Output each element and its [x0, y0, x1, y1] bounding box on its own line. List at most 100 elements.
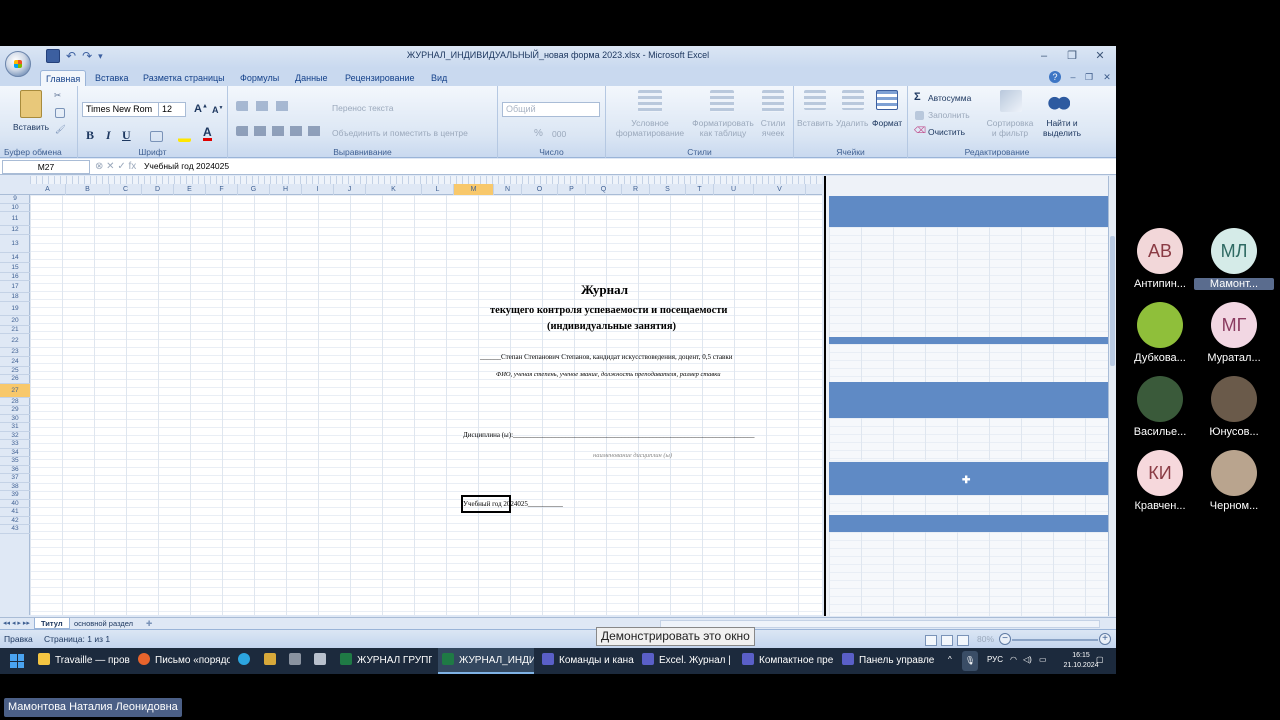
row-header[interactable]: 14 [0, 253, 30, 263]
column-header[interactable]: I [302, 184, 334, 195]
participant-tile[interactable]: МЛ Мамонт... [1194, 228, 1274, 298]
percent-button[interactable]: % [534, 128, 543, 139]
windows-start-icon[interactable] [10, 654, 24, 668]
zoom-slider[interactable] [1012, 639, 1098, 641]
tab-insert[interactable]: Вставка [90, 70, 133, 86]
taskbar-item-teams-2[interactable]: Excel. Журнал | М [642, 648, 734, 674]
doc-close-icon[interactable]: ✕ [1101, 71, 1113, 83]
row-header[interactable]: 37 [0, 474, 30, 483]
column-header[interactable]: Q [586, 184, 622, 195]
column-header[interactable]: H [270, 184, 302, 195]
format-cells-button[interactable]: Формат [872, 118, 902, 128]
share-window-tooltip[interactable]: Демонстрировать это окно [596, 627, 755, 646]
taskbar-item-teams-3[interactable]: Компактное пре [742, 648, 834, 674]
maximize-button[interactable]: ❐ [1058, 48, 1086, 64]
vertical-align-icons[interactable] [236, 101, 296, 111]
paste-icon[interactable] [20, 90, 42, 118]
grow-font-icon[interactable]: A▲ [194, 103, 208, 115]
cell-styles-icon[interactable] [762, 90, 784, 112]
row-header[interactable]: 17 [0, 281, 30, 293]
column-header[interactable]: J [334, 184, 366, 195]
cut-icon[interactable]: ✂ [54, 90, 61, 101]
doc-minimize-icon[interactable]: – [1067, 71, 1079, 83]
row-header[interactable]: 20 [0, 316, 30, 326]
copy-icon[interactable] [55, 108, 65, 118]
column-header[interactable]: U [714, 184, 754, 195]
fill-color-icon[interactable] [178, 131, 191, 142]
column-header[interactable]: G [238, 184, 270, 195]
participant-tile[interactable]: Юнусов... [1194, 376, 1274, 446]
help-icon[interactable]: ? [1049, 71, 1061, 83]
column-header[interactable]: B [66, 184, 110, 195]
binoculars-icon[interactable] [1048, 90, 1070, 112]
name-box[interactable]: M27 [2, 160, 90, 174]
taskbar-item-excel-group[interactable]: ЖУРНАЛ ГРУПП [340, 648, 432, 674]
row-header[interactable]: 15 [0, 263, 30, 273]
font-color-button[interactable]: A [203, 126, 212, 141]
taskbar-item-explorer[interactable]: Travaille — пров [38, 648, 132, 674]
formula-input[interactable]: Учебный год 2024025 [144, 161, 229, 171]
vertical-scroll-thumb[interactable] [1110, 236, 1115, 366]
tray-chevron-icon[interactable]: ^ [948, 655, 952, 664]
row-header[interactable]: 21 [0, 326, 30, 334]
sheet-tab-main[interactable]: основной раздел [68, 618, 139, 629]
delete-cells-button[interactable]: Удалить [836, 118, 868, 128]
number-format-select[interactable]: Общий [502, 102, 600, 117]
font-size-select[interactable]: 12 [158, 102, 186, 117]
column-header[interactable]: N [494, 184, 522, 195]
find-select-button[interactable]: Найти и выделить [1042, 118, 1082, 138]
column-header[interactable]: O [522, 184, 558, 195]
format-as-table-button[interactable]: Форматировать как таблицу [688, 118, 758, 138]
row-header[interactable]: 28 [0, 398, 30, 406]
sort-filter-button[interactable]: Сортировка и фильтр [984, 118, 1036, 138]
zoom-out-button[interactable]: − [999, 633, 1011, 645]
participant-tile[interactable]: Дубкова... [1120, 302, 1200, 372]
zoom-in-button[interactable]: + [1099, 633, 1111, 645]
volume-icon[interactable]: ◁) [1023, 655, 1032, 664]
row-header[interactable]: 39 [0, 491, 30, 500]
battery-icon[interactable]: ▭ [1039, 655, 1047, 664]
row-header[interactable]: 23 [0, 348, 30, 357]
row-header[interactable]: 16 [0, 273, 30, 281]
row-header[interactable]: 30 [0, 415, 30, 423]
tab-review[interactable]: Рецензирование [340, 70, 420, 86]
sheet-tab-titul[interactable]: Титул [34, 618, 70, 629]
close-button[interactable]: ✕ [1086, 48, 1114, 64]
taskbar-item-excel-individual[interactable]: ЖУРНАЛ_ИНДИ [438, 648, 534, 674]
column-header[interactable]: P [558, 184, 586, 195]
autosum-button[interactable]: Автосумма [928, 93, 971, 103]
taskbar-item-teams-1[interactable]: Команды и кана [542, 648, 634, 674]
merge-center-button[interactable]: Объединить и поместить в центре [332, 128, 468, 138]
fill-button[interactable]: Заполнить [928, 110, 970, 120]
format-painter-icon[interactable]: 🖌 [55, 124, 66, 135]
format-cells-icon[interactable] [876, 90, 898, 110]
tab-view[interactable]: Вид [426, 70, 452, 86]
normal-view-button[interactable] [925, 635, 937, 646]
row-header[interactable]: 34 [0, 449, 30, 457]
bold-button[interactable]: B [86, 128, 94, 143]
row-header[interactable]: 25 [0, 367, 30, 375]
participant-tile[interactable]: МГ Муратал... [1194, 302, 1274, 372]
row-header[interactable]: 24 [0, 357, 30, 367]
insert-cells-button[interactable]: Вставить [797, 118, 833, 128]
insert-cells-icon[interactable] [804, 90, 826, 110]
italic-button[interactable]: I [106, 128, 111, 143]
row-header[interactable]: 9 [0, 195, 30, 204]
taskbar-item-app2[interactable] [289, 648, 303, 674]
row-header[interactable]: 29 [0, 406, 30, 415]
row-header[interactable]: 19 [0, 302, 30, 316]
format-as-table-icon[interactable] [710, 90, 734, 112]
row-header[interactable]: 10 [0, 204, 30, 212]
tab-formulas[interactable]: Формулы [235, 70, 284, 86]
formula-buttons-icon[interactable]: ⊗ ✕ ✓ fx [95, 161, 136, 172]
sheet-nav-icons[interactable]: ◂◂ ◂ ▸ ▸▸ [3, 618, 30, 629]
paste-button[interactable]: Вставить [13, 122, 49, 132]
taskbar-item-teams-4[interactable]: Панель управле [842, 648, 938, 674]
column-header[interactable]: C [110, 184, 142, 195]
taskbar-item-firefox[interactable]: Письмо «порядо [138, 648, 230, 674]
column-header[interactable]: D [142, 184, 174, 195]
row-header[interactable]: 43 [0, 525, 30, 534]
column-header[interactable]: V [754, 184, 806, 195]
network-icon[interactable]: ◠ [1010, 655, 1017, 664]
tab-data[interactable]: Данные [290, 70, 333, 86]
